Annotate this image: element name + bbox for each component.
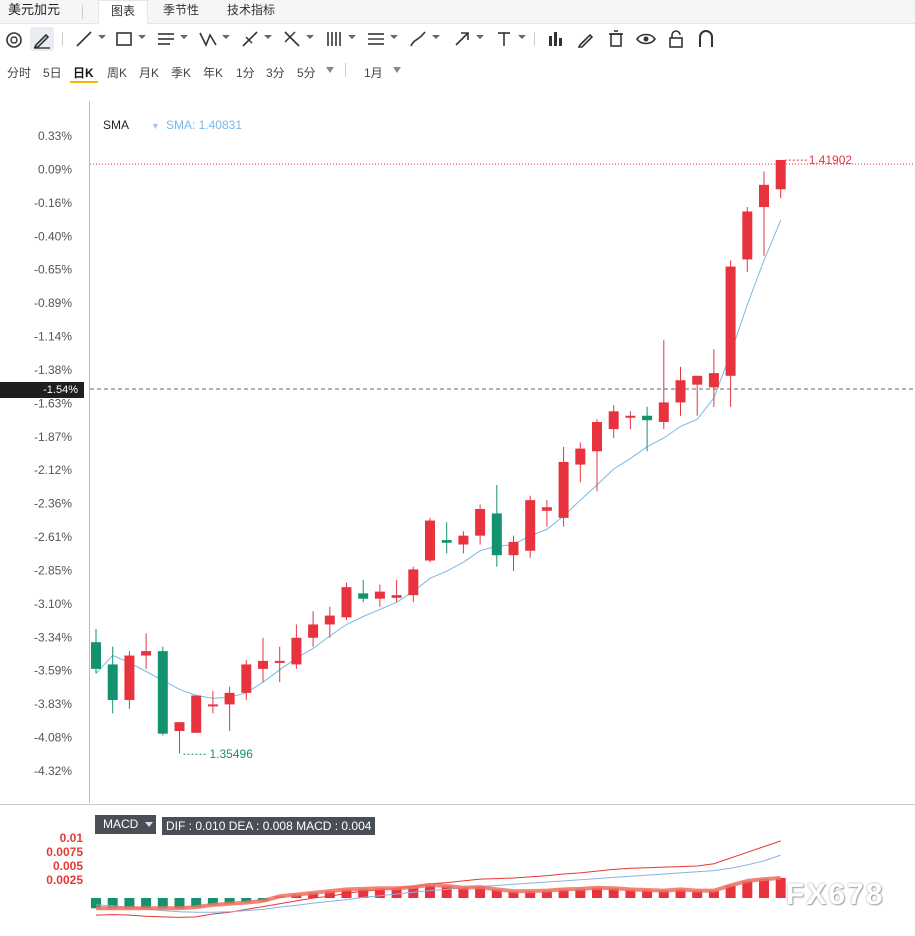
- y-tick-label: -3.83%: [34, 697, 72, 711]
- y-tick-label: -1.14%: [34, 330, 72, 344]
- candle-body: [575, 448, 586, 465]
- candle-body: [391, 595, 402, 598]
- y-tick-label: -4.08%: [34, 731, 72, 745]
- candle-body: [291, 637, 302, 665]
- candle-body: [541, 507, 552, 511]
- candle-body: [358, 593, 369, 599]
- candle-body: [725, 266, 736, 376]
- low-price-label: 1.35496: [210, 747, 254, 761]
- y-tick-label: -2.85%: [34, 563, 72, 577]
- candle-body: [642, 415, 653, 421]
- watermark: FX678: [786, 878, 885, 911]
- chevron-down-icon[interactable]: ▼: [151, 121, 160, 131]
- candle-body: [425, 520, 435, 561]
- candle-body: [658, 402, 669, 422]
- sma-name: SMA: [103, 118, 130, 132]
- candle-body: [258, 660, 268, 669]
- sma-value: SMA: 1.40831: [165, 118, 242, 132]
- current-price-label: -1.54%: [0, 382, 84, 398]
- candle-body: [708, 373, 719, 388]
- sma-legend[interactable]: SMA ▼ SMA: 1.40831: [103, 118, 242, 132]
- candle-body: [107, 664, 118, 700]
- candle-body: [141, 651, 152, 656]
- y-tick-label: -0.65%: [34, 263, 72, 277]
- candle-body: [491, 513, 502, 556]
- candle-body: [374, 591, 385, 599]
- candle-body: [274, 660, 285, 663]
- high-price-label: 1.41902: [809, 153, 853, 167]
- candle-body: [608, 411, 619, 430]
- y-tick-label: 0.33%: [38, 129, 72, 143]
- y-tick-label: -3.10%: [34, 597, 72, 611]
- y-tick-label: -3.59%: [34, 664, 72, 678]
- y-tick-label: -4.32%: [34, 764, 72, 778]
- candles: [91, 159, 786, 754]
- y-tick-label: -3.34%: [34, 630, 72, 644]
- y-tick-label: -2.12%: [34, 463, 72, 477]
- y-tick-label: -2.61%: [34, 530, 72, 544]
- chart-svg[interactable]: 0.33% 0.09% -0.16% -0.40% -0.65% -0.89% -1.14%…: [0, 0, 915, 936]
- candle-body: [241, 664, 252, 693]
- candle-body: [408, 569, 419, 596]
- candle-body: [157, 651, 168, 734]
- sma-line: [95, 220, 782, 699]
- candle-body: [224, 692, 235, 705]
- candle-body: [525, 500, 536, 551]
- candle-body: [91, 642, 101, 669]
- y-tick-label: -0.89%: [34, 296, 72, 310]
- macd-indicator-button[interactable]: MACD: [95, 815, 156, 834]
- candle-body: [174, 722, 185, 732]
- candle-body: [475, 509, 486, 536]
- macd-tick-label: 0.0075: [46, 845, 83, 859]
- y-tick-label: -1.63%: [34, 396, 72, 410]
- y-tick-label: -1.87%: [34, 430, 72, 444]
- candle-body: [124, 655, 135, 700]
- candle-body: [675, 380, 686, 403]
- candle-body: [441, 540, 452, 543]
- candle-body: [191, 695, 202, 733]
- y-tick-label: -0.16%: [34, 196, 72, 210]
- candle-body: [692, 375, 703, 385]
- macd-tick-label: 0.005: [53, 859, 83, 873]
- candle-body: [458, 535, 469, 545]
- chart-app: 美元加元 图表 季节性 技术指标 分时 5日 日K 周K 月K 季K 年K 1分…: [0, 0, 915, 936]
- annotations: 1.41902 1.35496: [90, 153, 915, 761]
- candle-body: [324, 615, 335, 625]
- candle-body: [308, 624, 319, 638]
- macd-tick-label: 0.01: [60, 831, 84, 845]
- y-tick-label: 0.09%: [38, 162, 72, 176]
- macd-pane: 0.010.00750.0050.0025: [46, 831, 786, 918]
- y-tick-label: -1.38%: [34, 363, 72, 377]
- candle-body: [592, 421, 602, 452]
- sma-series-line: [95, 220, 782, 699]
- macd-tick-label: 0.0025: [46, 873, 83, 887]
- candle-body: [207, 704, 218, 707]
- y-tick-label: -0.40%: [34, 229, 72, 243]
- macd-histogram-bar: [759, 879, 769, 898]
- candle-body: [508, 541, 519, 556]
- y-axis-labels: 0.33% 0.09% -0.16% -0.40% -0.65% -0.89% -1.14%…: [34, 129, 72, 778]
- candle-body: [742, 211, 753, 260]
- y-tick-label: -2.36%: [34, 497, 72, 511]
- macd-values: DIF : 0.010 DEA : 0.008 MACD : 0.004: [162, 817, 376, 835]
- candle-body: [625, 415, 636, 418]
- candle-body: [341, 587, 352, 618]
- macd-histogram-bar: [775, 878, 786, 898]
- candle-body: [558, 461, 569, 518]
- candle-body: [759, 184, 769, 208]
